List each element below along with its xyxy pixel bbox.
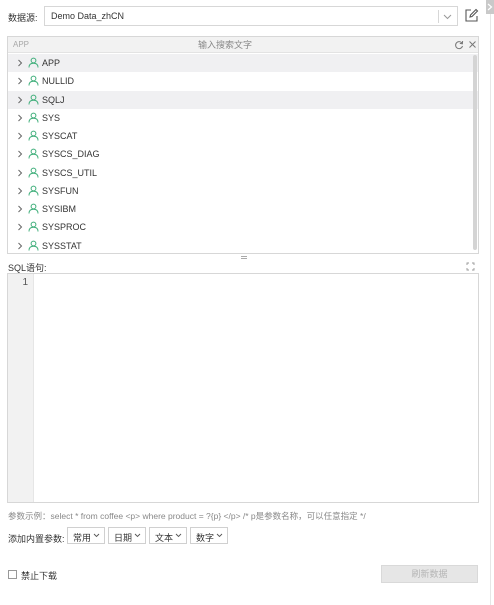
expand-icon[interactable] <box>466 262 475 271</box>
tree-item[interactable]: NULLID <box>8 72 478 90</box>
line-number: 1 <box>22 277 28 288</box>
disable-download-label[interactable]: 禁止下载 <box>21 569 57 582</box>
common-params-dropdown[interactable]: 常用 <box>67 527 105 544</box>
chevron-right-icon[interactable] <box>16 242 24 250</box>
line-number-gutter: 1 <box>8 274 34 502</box>
tree-item-label: SYSCAT <box>42 131 78 141</box>
bottom-actions-row: 禁止下载 刷新数据 <box>0 564 486 586</box>
chevron-down-icon[interactable] <box>442 11 453 22</box>
select-divider <box>438 10 439 23</box>
chevron-down-icon <box>134 533 141 538</box>
schema-tree-list: APP NULLID SQLJ SYS SYSCAT SYSCS_DIAG SY… <box>8 54 478 254</box>
schema-tree-panel: APP APP NULLID SQLJ SYS <box>7 36 479 254</box>
user-icon <box>28 185 39 196</box>
tree-item[interactable]: SYSSTAT <box>8 237 478 254</box>
datasource-row: 数据源: Demo Data_zhCN <box>0 5 486 27</box>
tree-item-label: SYSCS_UTIL <box>42 167 98 178</box>
user-icon <box>28 75 39 86</box>
user-icon <box>28 130 39 141</box>
user-icon <box>28 57 39 68</box>
chevron-right-icon[interactable] <box>16 150 24 158</box>
tree-item[interactable]: SYSFUN <box>8 182 478 200</box>
tree-search-bar: APP <box>8 37 478 53</box>
builtin-params-label: 添加内置参数: <box>8 534 65 544</box>
tree-item[interactable]: SYSCS_UTIL <box>8 164 478 182</box>
datasource-label: 数据源: <box>8 13 38 23</box>
chevron-down-icon <box>175 533 182 538</box>
tree-item-label: SYSFUN <box>42 185 79 196</box>
tree-item-label: SYSPROC <box>42 222 87 233</box>
datasource-value: Demo Data_zhCN <box>51 11 125 21</box>
datasource-select[interactable]: Demo Data_zhCN <box>44 6 458 26</box>
tree-item-label: SYSCS_DIAG <box>42 149 100 160</box>
text-params-dropdown[interactable]: 文本 <box>149 527 187 544</box>
chevron-down-icon <box>93 533 100 538</box>
dropdown-label: 日期 <box>114 533 133 543</box>
builtin-params-row: 添加内置参数: 常用 日期 文本 数字 <box>0 526 486 546</box>
chevron-right-icon[interactable] <box>16 77 24 85</box>
tree-item[interactable]: SYSPROC <box>8 218 478 236</box>
tree-item-label: SYSSTAT <box>42 240 82 251</box>
chevron-right-icon[interactable] <box>16 96 24 104</box>
tree-item-label: NULLID <box>42 76 75 87</box>
date-params-dropdown[interactable]: 日期 <box>108 527 146 544</box>
chevron-right-icon[interactable] <box>16 187 24 195</box>
close-icon[interactable] <box>468 40 477 49</box>
dropdown-label: 文本 <box>155 533 174 543</box>
dropdown-label: 常用 <box>73 533 92 543</box>
collapse-panel-button[interactable] <box>486 0 494 14</box>
tree-item[interactable]: SYSCS_DIAG <box>8 145 478 163</box>
user-icon <box>28 94 39 105</box>
panel-divider <box>490 14 491 605</box>
tree-item[interactable]: SYS <box>8 109 478 127</box>
sql-editor[interactable]: 1 <box>7 273 479 503</box>
chevron-down-icon <box>216 533 223 538</box>
tree-item[interactable]: APP <box>8 54 478 73</box>
chevron-right-icon[interactable] <box>16 169 24 177</box>
chevron-right-icon[interactable] <box>16 114 24 122</box>
tree-item-label: SYSIBM <box>42 204 77 214</box>
number-params-dropdown[interactable]: 数字 <box>190 527 228 544</box>
user-icon <box>28 167 39 178</box>
edit-icon[interactable] <box>464 8 479 23</box>
tree-item-label: SQLJ <box>42 94 65 105</box>
user-icon <box>28 221 39 232</box>
user-icon <box>28 203 39 214</box>
chevron-right-icon <box>487 3 493 11</box>
refresh-icon[interactable] <box>454 40 464 50</box>
chevron-right-icon[interactable] <box>16 59 24 67</box>
chevron-right-icon[interactable] <box>16 223 24 231</box>
resize-handle[interactable] <box>241 256 247 259</box>
chevron-right-icon[interactable] <box>16 132 24 140</box>
disable-download-checkbox[interactable] <box>8 570 17 579</box>
tree-item[interactable]: SYSIBM <box>8 200 478 218</box>
user-icon <box>28 148 39 159</box>
tree-item[interactable]: SQLJ <box>8 90 478 109</box>
dropdown-label: 数字 <box>196 533 215 543</box>
schema-hint: APP <box>13 40 30 49</box>
sql-code-area[interactable] <box>35 274 478 502</box>
tree-item[interactable]: SYSCAT <box>8 127 478 145</box>
tree-search-input[interactable] <box>196 37 446 52</box>
tree-item-label: APP <box>42 58 61 68</box>
user-icon <box>28 112 39 123</box>
tree-scrollbar-thumb[interactable] <box>473 55 477 250</box>
user-icon <box>28 240 39 251</box>
tree-item-label: SYS <box>42 112 61 123</box>
refresh-data-button[interactable]: 刷新数据 <box>381 565 478 583</box>
chevron-right-icon[interactable] <box>16 205 24 213</box>
param-example-text: 参数示例：select * from coffee <p> where prod… <box>8 511 366 521</box>
